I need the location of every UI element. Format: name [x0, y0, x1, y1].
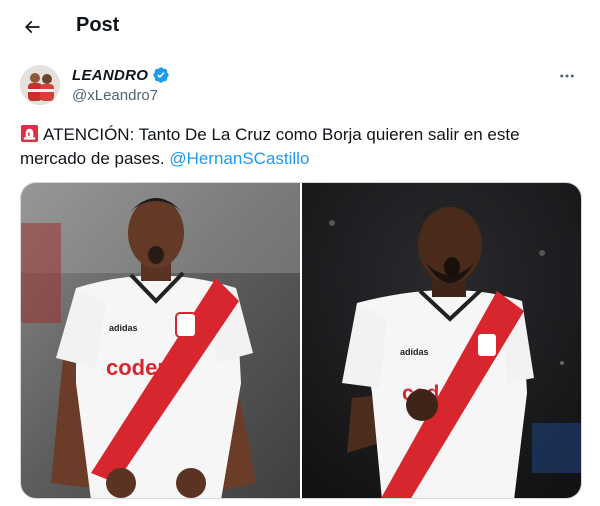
- back-button[interactable]: [17, 12, 47, 42]
- siren-emoji-icon: [20, 124, 39, 143]
- more-options-button[interactable]: [554, 63, 580, 89]
- brand-text-1: adidas: [109, 323, 138, 333]
- page-title: Post: [76, 14, 120, 36]
- post-text: ATENCIÓN: Tanto De La Cruz como Borja qu…: [20, 123, 580, 171]
- arrow-left-icon: [24, 20, 40, 34]
- display-name-row: LEANDRO: [72, 66, 170, 84]
- brand-text-2: adidas: [400, 347, 429, 357]
- photo-de-la-cruz[interactable]: codere adidas: [21, 183, 300, 498]
- post-author: LEANDRO @xLeandro7: [20, 63, 580, 109]
- media-gallery: codere adidas codere adidas: [20, 182, 582, 499]
- verified-badge-icon: [153, 67, 169, 83]
- photo-borja[interactable]: codere adidas: [302, 183, 581, 498]
- avatar[interactable]: [20, 65, 60, 105]
- mention-link[interactable]: @HernanSCastillo: [169, 149, 309, 168]
- sponsor-text-1: codere: [106, 355, 178, 380]
- top-bar: Post: [0, 0, 600, 53]
- user-handle[interactable]: @xLeandro7: [72, 87, 158, 104]
- more-horizontal-icon: [560, 74, 574, 78]
- display-name[interactable]: LEANDRO: [72, 67, 148, 84]
